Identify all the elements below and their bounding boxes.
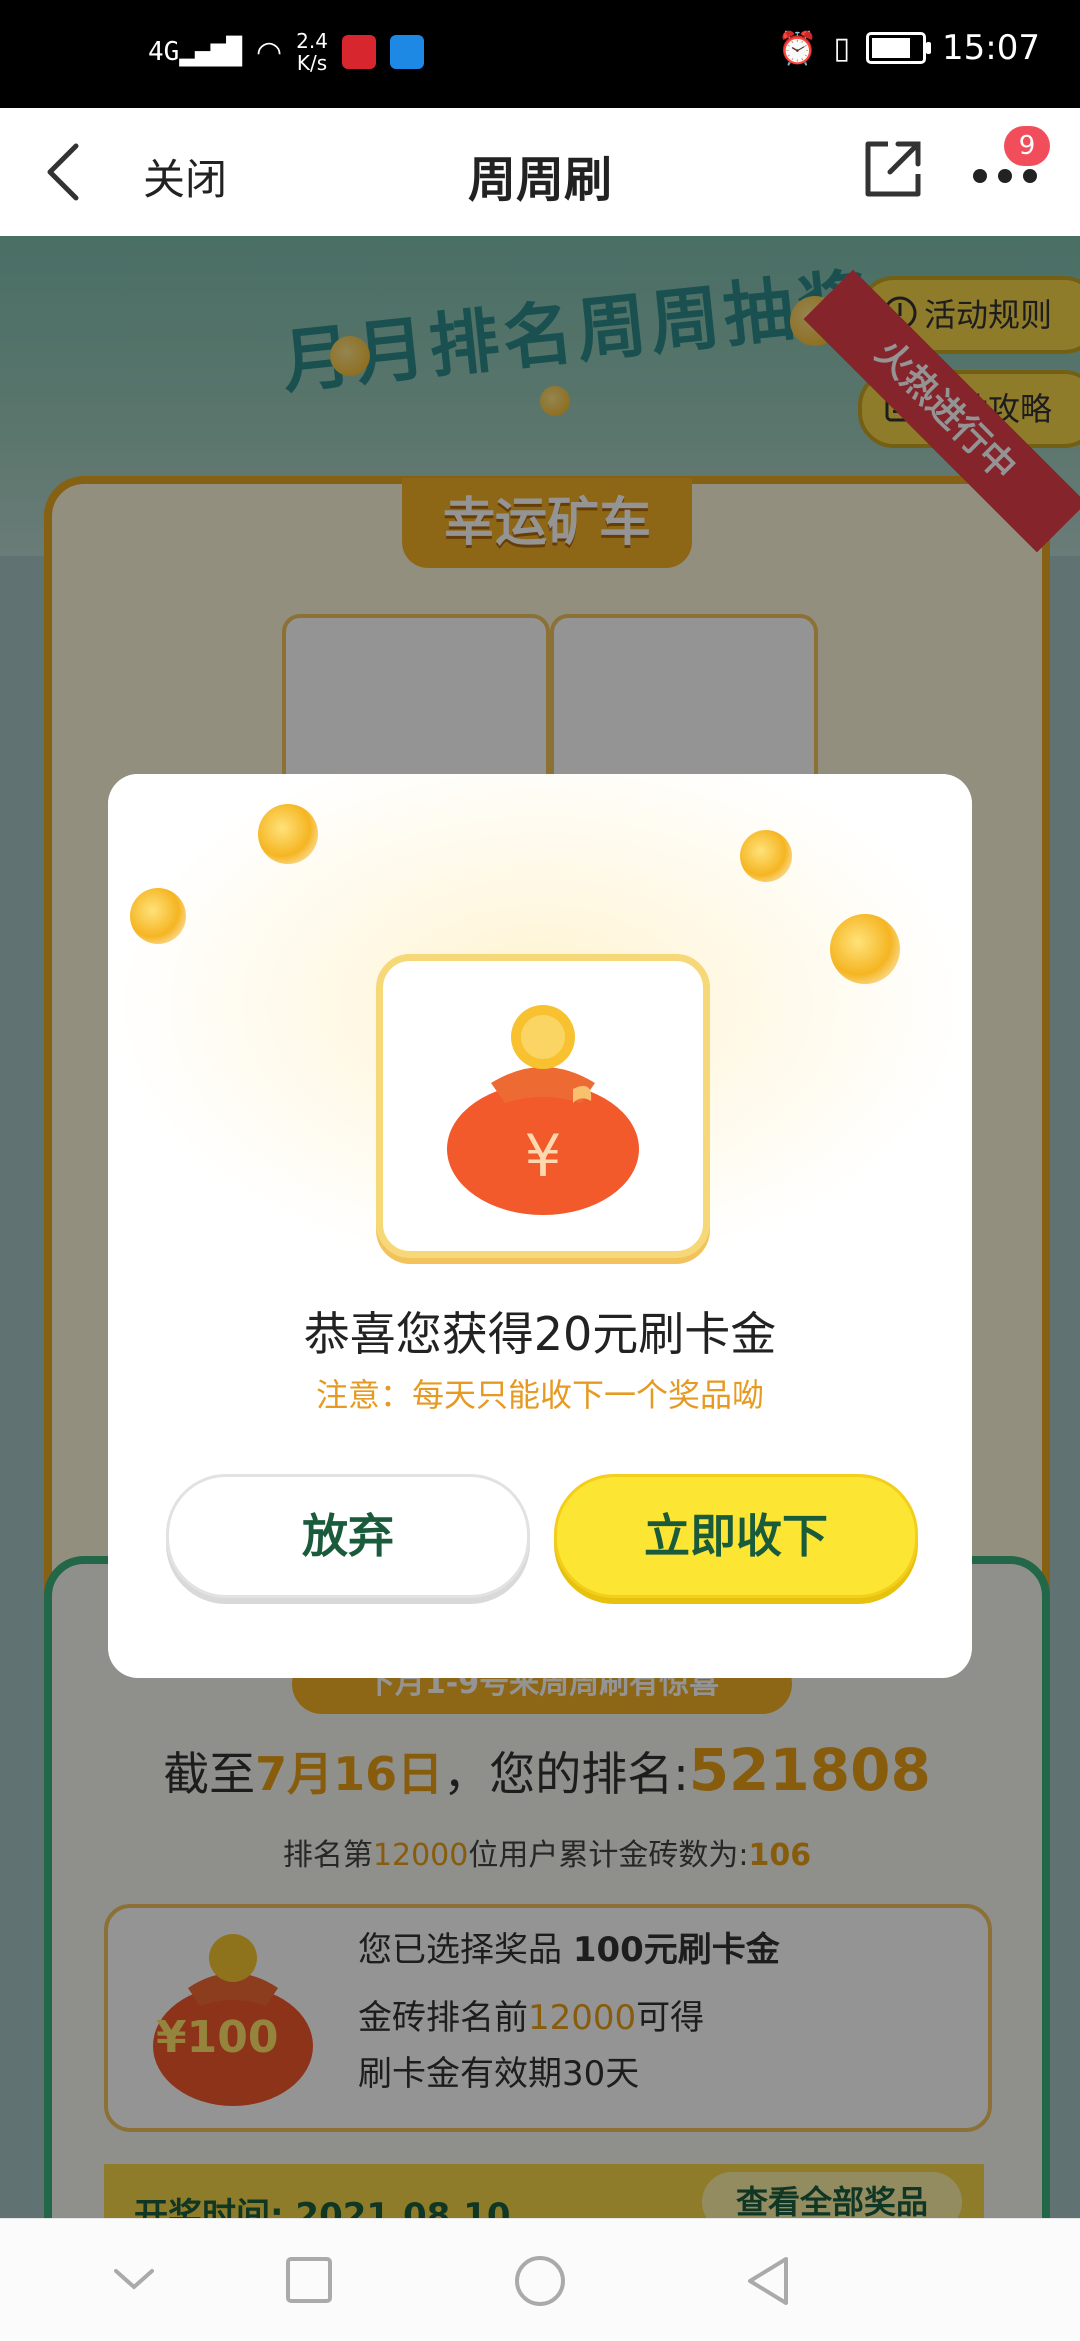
back-nav-icon[interactable] bbox=[740, 2253, 796, 2309]
share-icon[interactable] bbox=[862, 138, 924, 200]
vibrate-icon: ▯ bbox=[833, 30, 851, 66]
alarm-icon: ⏰ bbox=[777, 29, 818, 67]
coin-decoration bbox=[740, 830, 792, 882]
shield-icon bbox=[389, 35, 424, 69]
home-icon[interactable] bbox=[512, 2253, 568, 2309]
status-bar: 4G▂▄▆█ ◠ 2.4 K/s ⏰ ▯ 15:07 bbox=[0, 0, 1080, 108]
prize-image-frame: ¥ bbox=[376, 954, 710, 1258]
accept-now-button[interactable]: 立即收下 bbox=[554, 1474, 918, 1598]
speed-unit: K/s bbox=[296, 51, 328, 75]
battery-icon bbox=[866, 32, 932, 64]
notice-message: 注意：每天只能收下一个奖品呦 bbox=[315, 1376, 764, 1414]
collapse-icon[interactable] bbox=[108, 2259, 160, 2299]
wifi-icon: ◠ bbox=[255, 34, 283, 70]
app-notification-icon bbox=[341, 35, 376, 69]
network-speed: 2.4 K/s bbox=[296, 30, 328, 74]
clock: 15:07 bbox=[942, 28, 1040, 68]
money-bag-icon: ¥ bbox=[447, 1005, 639, 1215]
congrats-message: 恭喜您获得20元刷卡金 bbox=[303, 1307, 777, 1361]
give-up-button[interactable]: 放弃 bbox=[166, 1474, 530, 1598]
coin-decoration bbox=[258, 804, 318, 864]
network-type: 4G bbox=[148, 37, 180, 67]
speed-value: 2.4 bbox=[296, 29, 328, 53]
coin-decoration bbox=[130, 888, 186, 944]
notification-badge: 9 bbox=[1004, 126, 1050, 166]
signal-icon: 4G▂▄▆█ bbox=[148, 37, 242, 67]
app-navbar: 关闭 周周刷 9 bbox=[0, 108, 1080, 237]
coin-decoration bbox=[830, 914, 900, 984]
prize-dialog: ¥ 恭喜您获得20元刷卡金 注意：每天只能收下一个奖品呦 放弃 立即收下 bbox=[108, 774, 972, 1678]
recents-icon[interactable] bbox=[284, 2255, 334, 2305]
system-navigation-bar bbox=[0, 2218, 1080, 2341]
svg-text:¥: ¥ bbox=[525, 1122, 562, 1190]
